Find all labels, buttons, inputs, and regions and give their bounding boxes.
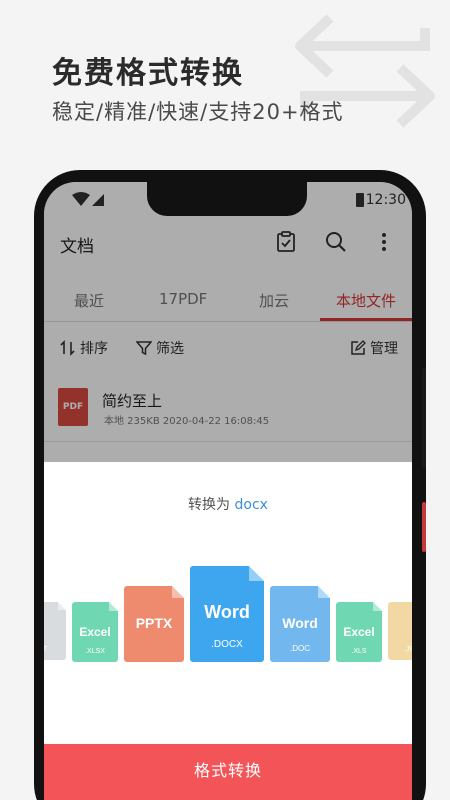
format-ext: .XLS (351, 648, 367, 655)
phone-notch (147, 182, 307, 216)
promo-title: 免费格式转换 (52, 56, 244, 91)
convert-button[interactable]: 格式转换 (44, 744, 412, 800)
format-name: Word (282, 615, 318, 631)
page-fold-icon (172, 586, 184, 598)
sheet-title-prefix: 转换为 (188, 497, 235, 513)
page-fold-icon (373, 602, 382, 611)
format-card[interactable]: Excel .XLS (336, 602, 382, 662)
phone-screen: 12:30 文档 最近 17PDF 加云 本地文件 排序 筛选 管理 PDF 简… (44, 182, 412, 800)
format-name: Excel (79, 625, 111, 639)
format-card[interactable]: .JP (388, 602, 412, 660)
target-format: docx (234, 497, 268, 513)
format-card[interactable]: PPTX (124, 586, 184, 662)
format-ext: .DOC (290, 644, 310, 653)
convert-bottom-sheet: 转换为 docx T Excel .XLSX PPTX Word .DOCX Word .DO… (44, 462, 412, 800)
format-name: PPTX (135, 615, 173, 631)
format-card[interactable]: Word .DOCX (190, 566, 264, 662)
page-fold-icon (58, 602, 66, 610)
format-name: Word (204, 602, 250, 622)
page-fold-icon (249, 566, 264, 581)
page-fold-icon (109, 602, 118, 611)
format-ext: T (44, 646, 48, 653)
format-card[interactable]: Word .DOC (270, 586, 330, 662)
format-ext: .DOCX (211, 639, 243, 650)
sheet-title: 转换为 docx (44, 494, 412, 514)
format-name: Excel (343, 625, 375, 639)
promo-subtitle: 稳定/精准/快速/支持20+格式 (52, 100, 344, 124)
phone-side-button (422, 368, 426, 468)
format-card[interactable]: Excel .XLSX (72, 602, 118, 662)
format-card[interactable]: T (44, 602, 66, 660)
page-fold-icon (318, 586, 330, 598)
format-ext: .JP (403, 646, 412, 653)
format-ext: .XLSX (85, 648, 105, 655)
phone-side-button-2 (422, 502, 426, 552)
